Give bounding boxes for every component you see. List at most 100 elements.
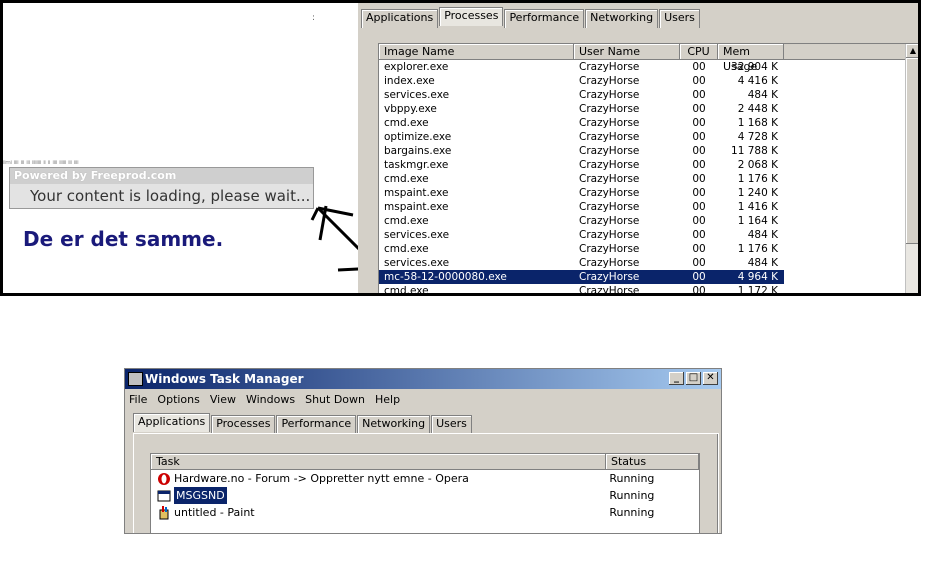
menu-bar: File Options View Windows Shut Down Help (125, 389, 721, 409)
minimize-button[interactable]: _ (669, 372, 684, 385)
loading-overlay: Powered by Freeprod.com Your content is … (9, 167, 314, 209)
table-row[interactable]: optimize.exe CrazyHorse 00 4 728 K (379, 130, 918, 144)
column-image-name[interactable]: Image Name (379, 44, 574, 59)
menu-help[interactable]: Help (375, 393, 400, 406)
table-row[interactable]: cmd.exe CrazyHorse 00 1 176 K (379, 242, 918, 256)
tab-applications[interactable]: Applications (361, 9, 439, 28)
process-mem-usage: 484 K (747, 229, 778, 241)
column-task[interactable]: Task (151, 454, 606, 469)
tab-performance[interactable]: Performance (276, 415, 357, 434)
top-tab-strip: Applications Processes Performance Netwo… (361, 7, 701, 28)
column-cpu[interactable]: CPU (680, 44, 718, 59)
scroll-up-arrow-icon[interactable]: ▲ (906, 44, 918, 58)
column-status[interactable]: Status (606, 454, 699, 469)
process-cpu: 00 (692, 159, 706, 171)
task-manager-processes-pane: Applications Processes Performance Netwo… (358, 3, 918, 293)
process-mem-usage: 1 172 K (737, 285, 778, 295)
maximize-button[interactable]: □ (686, 372, 701, 385)
process-image-name: index.exe (384, 75, 435, 87)
process-mem-usage: 484 K (747, 89, 778, 101)
process-mem-usage: 1 164 K (737, 215, 778, 227)
task-manager-window: Windows Task Manager _ □ ✕ File Options … (124, 368, 722, 534)
process-mem-usage: 2 068 K (737, 159, 778, 171)
process-user-name: CrazyHorse (579, 173, 640, 185)
tab-networking[interactable]: Networking (585, 9, 659, 28)
table-row[interactable]: services.exe CrazyHorse 00 484 K (379, 88, 918, 102)
menu-view[interactable]: View (210, 393, 236, 406)
table-row[interactable]: taskmgr.exe CrazyHorse 00 2 068 K (379, 158, 918, 172)
process-cpu: 00 (692, 89, 706, 101)
obscured-text-line: ᵢᵢₘᵢ ᵢᵢᵢᵢ ᵢᵢᵢ ᵢᵢᵢ ᵢᵢᵢᵢᵢᵢᵢᵢ ᵢᵢ ᵢᵢ ᵢᵢᵢᵢ ᵢᵢ… (3, 158, 79, 166)
menu-file[interactable]: File (129, 393, 147, 406)
table-row[interactable]: index.exe CrazyHorse 00 4 416 K (379, 74, 918, 88)
task-name: Hardware.no - Forum -> Oppretter nytt em… (174, 472, 469, 485)
table-row[interactable]: mspaint.exe CrazyHorse 00 1 416 K (379, 200, 918, 214)
process-user-name: CrazyHorse (579, 229, 640, 241)
close-button[interactable]: ✕ (703, 372, 718, 385)
process-user-name: CrazyHorse (579, 145, 640, 157)
process-list[interactable]: Image Name User Name CPU Mem Usage explo… (378, 43, 918, 295)
tab-performance[interactable]: Performance (504, 9, 585, 28)
table-row[interactable]: bargains.exe CrazyHorse 00 11 788 K (379, 144, 918, 158)
list-item[interactable]: untitled - Paint Running (151, 504, 699, 521)
table-row[interactable]: mc-58-12-0000080.exe CrazyHorse 00 4 964 K (379, 270, 918, 284)
tab-applications[interactable]: Applications (133, 413, 211, 432)
window-title: Windows Task Manager (145, 372, 304, 386)
stray-mark: : (312, 13, 316, 23)
process-cpu: 00 (692, 229, 706, 241)
process-cpu: 00 (692, 61, 706, 73)
process-image-name: cmd.exe (384, 285, 429, 295)
list-item[interactable]: MSGSND Running (151, 487, 699, 504)
table-row[interactable]: cmd.exe CrazyHorse 00 1 168 K (379, 116, 918, 130)
process-mem-usage: 4 728 K (737, 131, 778, 143)
process-image-name: mc-58-12-0000080.exe (379, 270, 574, 284)
process-list-header: Image Name User Name CPU Mem Usage (379, 44, 918, 73)
process-cpu: 00 (692, 257, 706, 269)
tab-users[interactable]: Users (431, 415, 472, 434)
tab-processes[interactable]: Processes (211, 415, 276, 434)
process-image-name: services.exe (384, 89, 450, 101)
tab-networking[interactable]: Networking (357, 415, 431, 434)
scroll-thumb[interactable] (906, 58, 918, 244)
menu-windows[interactable]: Windows (246, 393, 295, 406)
table-row[interactable]: cmd.exe CrazyHorse 00 1 172 K (379, 284, 918, 295)
table-row[interactable]: explorer.exe CrazyHorse 00 32 904 K (379, 60, 918, 74)
process-cpu: 00 (692, 187, 706, 199)
loading-message: Your content is loading, please wait... (10, 184, 313, 208)
process-mem-usage: 1 168 K (737, 117, 778, 129)
process-user-name: CrazyHorse (579, 159, 640, 171)
process-mem-usage: 1 416 K (737, 201, 778, 213)
task-cell: MSGSND (151, 487, 604, 504)
tab-processes[interactable]: Processes (439, 7, 504, 26)
title-bar[interactable]: Windows Task Manager _ □ ✕ (125, 369, 721, 389)
table-row[interactable]: vbppy.exe CrazyHorse 00 2 448 K (379, 102, 918, 116)
loading-header: Powered by Freeprod.com (10, 168, 313, 184)
table-row[interactable]: cmd.exe CrazyHorse 00 1 164 K (379, 214, 918, 228)
bottom-tab-strip: Applications Processes Performance Netwo… (133, 413, 473, 434)
menu-options[interactable]: Options (157, 393, 199, 406)
process-cpu: 00 (692, 117, 706, 129)
vertical-scrollbar[interactable]: ▲ (905, 44, 918, 293)
process-user-name: CrazyHorse (579, 215, 640, 227)
table-row[interactable]: mspaint.exe CrazyHorse 00 1 240 K (379, 186, 918, 200)
process-cpu: 00 (692, 201, 706, 213)
task-status: Running (609, 472, 655, 485)
process-user-name: CrazyHorse (579, 131, 640, 143)
window-icon (157, 489, 171, 503)
table-row[interactable]: cmd.exe CrazyHorse 00 1 176 K (379, 172, 918, 186)
process-image-name: cmd.exe (384, 117, 429, 129)
table-row[interactable]: services.exe CrazyHorse 00 484 K (379, 228, 918, 242)
menu-shut-down[interactable]: Shut Down (305, 393, 365, 406)
task-list[interactable]: Task Status Hardware.no - Forum -> Oppre… (150, 453, 700, 533)
process-image-name: explorer.exe (384, 61, 449, 73)
list-item[interactable]: Hardware.no - Forum -> Oppretter nytt em… (151, 470, 699, 487)
column-user-name[interactable]: User Name (574, 44, 680, 59)
column-mem-usage[interactable]: Mem Usage (718, 44, 784, 73)
table-row[interactable]: services.exe CrazyHorse 00 484 K (379, 256, 918, 270)
process-user-name: CrazyHorse (579, 75, 640, 87)
tab-users[interactable]: Users (659, 9, 700, 28)
process-cpu: 00 (692, 103, 706, 115)
process-image-name: services.exe (384, 257, 450, 269)
process-user-name: CrazyHorse (579, 187, 640, 199)
paint-icon (157, 505, 171, 520)
